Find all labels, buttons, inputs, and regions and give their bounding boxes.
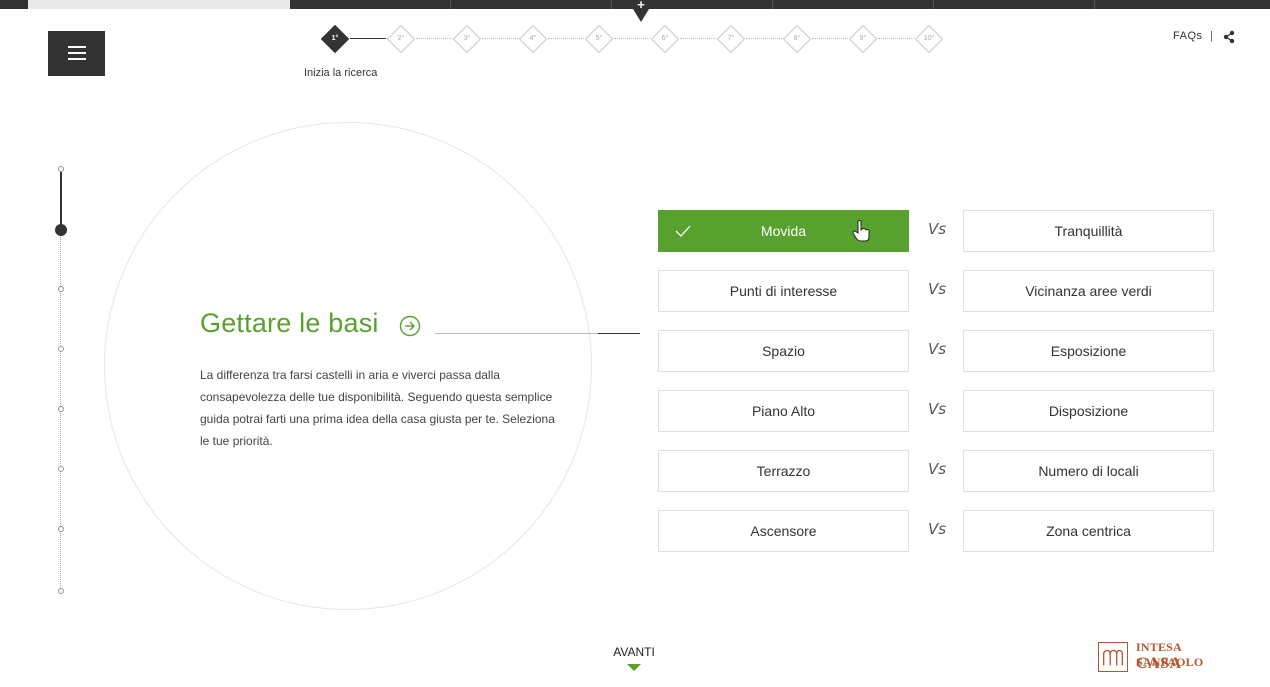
option-label: Piano Alto	[751, 403, 816, 419]
share-icon[interactable]	[1222, 30, 1236, 44]
top-bar-divider	[1094, 0, 1095, 9]
option-label: Punti di interesse	[729, 283, 838, 299]
option-left-4[interactable]: Piano Alto	[658, 390, 909, 432]
top-bar-divider	[772, 0, 773, 9]
option-right-5[interactable]: Numero di locali	[963, 450, 1214, 492]
option-right-1[interactable]: Tranquillità	[963, 210, 1214, 252]
rail-completed-line	[60, 172, 62, 230]
faqs-link[interactable]: FAQs	[1173, 30, 1203, 42]
step-connector	[416, 38, 452, 39]
option-right-2[interactable]: Vicinanza aree verdi	[963, 270, 1214, 312]
step-number: 8°	[793, 35, 801, 42]
rail-node[interactable]	[58, 588, 64, 594]
step-7[interactable]: 7°	[716, 24, 746, 54]
brand-division: CASA	[1136, 655, 1182, 672]
expand-top-menu-tab[interactable]: +	[619, 0, 663, 22]
option-label: Ascensore	[750, 523, 817, 539]
option-right-6[interactable]: Zona centrica	[963, 510, 1214, 552]
versus-label: Vs	[928, 400, 947, 418]
rail-node-current[interactable]	[55, 224, 67, 236]
step-number: 3°	[463, 35, 471, 42]
active-step-caption: Inizia la ricerca	[304, 67, 378, 79]
section-title: Gettare le basi	[200, 308, 379, 338]
section-progress-rail	[55, 164, 67, 596]
rail-node[interactable]	[58, 526, 64, 532]
step-progress: 1° 2° 3° 4° 5° 6° 7° 8° 9° 10°	[320, 24, 980, 74]
option-right-3[interactable]: Esposizione	[963, 330, 1214, 372]
arrow-circle-right-icon[interactable]	[399, 315, 421, 337]
menu-icon-bar	[68, 58, 86, 60]
title-connector	[598, 333, 640, 334]
rail-node[interactable]	[58, 406, 64, 412]
step-number: 2°	[397, 35, 405, 42]
top-bar-divider	[611, 0, 612, 9]
option-left-2[interactable]: Punti di interesse	[658, 270, 909, 312]
option-left-6[interactable]: Ascensore	[658, 510, 909, 552]
versus-label: Vs	[928, 340, 947, 358]
top-bar-segment-active[interactable]	[28, 0, 290, 9]
menu-icon-bar	[68, 52, 86, 54]
step-10[interactable]: 10°	[914, 24, 944, 54]
menu-icon	[68, 46, 86, 48]
option-label: Vicinanza aree verdi	[1025, 283, 1152, 299]
step-number: 9°	[859, 35, 867, 42]
header-divider: |	[1210, 30, 1213, 42]
check-icon	[675, 225, 691, 237]
option-label: Tranquillità	[1054, 223, 1123, 239]
step-connector	[548, 38, 584, 39]
option-label: Esposizione	[1050, 343, 1127, 359]
option-label: Movida	[760, 223, 807, 239]
step-8[interactable]: 8°	[782, 24, 812, 54]
option-left-5[interactable]: Terrazzo	[658, 450, 909, 492]
versus-label: Vs	[928, 280, 947, 298]
rail-node[interactable]	[58, 286, 64, 292]
step-number: 10°	[923, 35, 935, 42]
step-9[interactable]: 9°	[848, 24, 878, 54]
option-label: Spazio	[762, 343, 805, 359]
versus-label: Vs	[928, 520, 947, 538]
option-label: Numero di locali	[1038, 463, 1139, 479]
rail-node[interactable]	[58, 346, 64, 352]
section-description: La differenza tra farsi castelli in aria…	[200, 368, 555, 448]
title-underline	[435, 333, 598, 334]
option-right-4[interactable]: Disposizione	[963, 390, 1214, 432]
step-number: 6°	[661, 35, 669, 42]
step-6[interactable]: 6°	[650, 24, 680, 54]
brand-logo-mark	[1098, 642, 1128, 672]
step-connector	[614, 38, 650, 39]
rail-node[interactable]	[58, 466, 64, 472]
option-left-1[interactable]: Movida	[658, 210, 909, 252]
step-number: 4°	[529, 35, 537, 42]
step-connector	[350, 38, 386, 39]
rail-node[interactable]	[58, 166, 64, 172]
chevron-down-icon[interactable]	[627, 664, 641, 672]
plus-icon: +	[637, 0, 645, 12]
menu-button[interactable]	[48, 31, 105, 76]
option-left-3[interactable]: Spazio	[658, 330, 909, 372]
step-connector	[680, 38, 716, 39]
step-4[interactable]: 4°	[518, 24, 548, 54]
step-number: 7°	[727, 35, 735, 42]
option-label: Zona centrica	[1046, 523, 1131, 539]
step-connector	[482, 38, 518, 39]
versus-label: Vs	[928, 460, 947, 478]
versus-label: Vs	[928, 220, 947, 238]
step-2[interactable]: 2°	[386, 24, 416, 54]
top-bar-divider	[450, 0, 451, 9]
step-1[interactable]: 1°	[320, 24, 350, 54]
step-connector	[746, 38, 782, 39]
brand-logo: INTESA SANPAOLO CASA	[1098, 640, 1248, 676]
step-number: 5°	[595, 35, 603, 42]
hand-cursor-icon	[852, 220, 870, 242]
option-label: Terrazzo	[756, 463, 811, 479]
next-button[interactable]: AVANTI	[604, 645, 664, 659]
step-5[interactable]: 5°	[584, 24, 614, 54]
option-label: Disposizione	[1048, 403, 1129, 419]
top-bar-divider	[933, 0, 934, 9]
step-connector	[812, 38, 848, 39]
step-3[interactable]: 3°	[452, 24, 482, 54]
step-connector	[878, 38, 914, 39]
step-number: 1°	[331, 35, 339, 42]
